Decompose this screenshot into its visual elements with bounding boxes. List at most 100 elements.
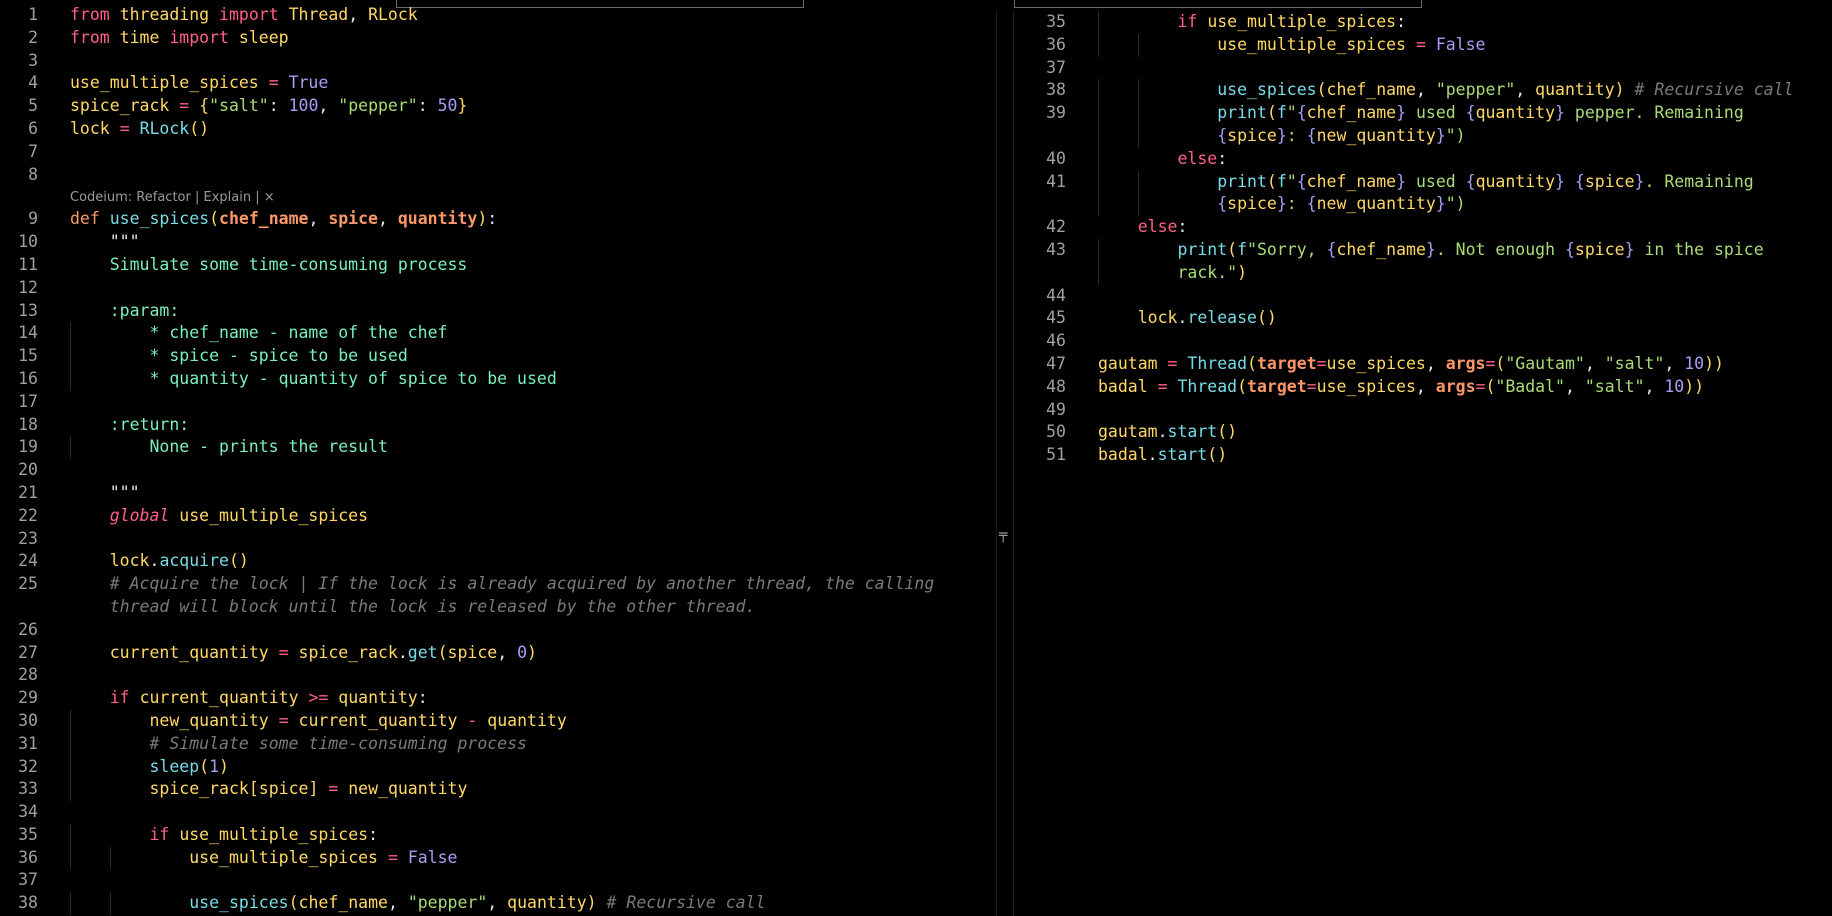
code-line[interactable]: 24 lock.acquire(): [0, 550, 996, 573]
line-number: 36: [1046, 34, 1066, 54]
line-number: 22: [18, 505, 38, 525]
line-number: 30: [18, 710, 38, 730]
code-line[interactable]: 26: [0, 619, 996, 642]
code-line[interactable]: 9 def use_spices(chef_name, spice, quanti…: [0, 208, 996, 231]
code-line[interactable]: 23: [0, 528, 996, 551]
codeium-codelens[interactable]: Codeium: Refactor | Explain | ×: [0, 186, 996, 208]
code-text: if use_multiple_spices:: [149, 824, 379, 844]
code-line[interactable]: 25 # Acquire the lock | If the lock is a…: [0, 573, 996, 596]
code-line[interactable]: 5 spice_rack = {"salt": 100, "pepper": 50…: [0, 95, 996, 118]
code-text: {spice}: {new_quantity}"): [1217, 125, 1466, 145]
code-line[interactable]: 20: [0, 459, 996, 482]
code-line[interactable]: 7: [0, 141, 996, 164]
code-text: print(f"Sorry, {chef_name}. Not enough {…: [1177, 239, 1764, 259]
code-line[interactable]: 44: [1014, 285, 1832, 308]
code-line[interactable]: 31 # Simulate some time-consuming proces…: [0, 732, 996, 756]
code-line[interactable]: 37: [0, 869, 996, 892]
code-line[interactable]: 36 use_multiple_spices = False: [1014, 33, 1832, 57]
code-text: """: [70, 482, 140, 502]
line-number: 25: [18, 574, 38, 594]
code-line[interactable]: 51 badal.start(): [1014, 444, 1832, 467]
code-line[interactable]: 42 else:: [1014, 216, 1832, 239]
code-text: if current_quantity >= quantity:: [109, 688, 428, 708]
code-line[interactable]: 41 print(f"{chef_name} used {quantity} {…: [1014, 170, 1832, 194]
editor-pane-left[interactable]: 1 from threading import Thread, RLock 2 fro…: [0, 0, 996, 916]
code-line[interactable]: 2 from time import sleep: [0, 27, 996, 50]
code-line[interactable]: 48 badal = Thread(target=use_spices, args…: [1014, 376, 1832, 399]
code-area-right[interactable]: 35 if use_multiple_spices: 36 use_multipl…: [1014, 11, 1832, 467]
line-number: 27: [18, 642, 38, 662]
line-number: 3: [28, 50, 38, 70]
code-line[interactable]: 21 """: [0, 482, 996, 505]
code-text: * chef_name - name of the chef: [70, 323, 448, 343]
line-number: 44: [1046, 285, 1066, 305]
codelens-text[interactable]: Codeium: Refactor | Explain | ×: [70, 187, 275, 209]
code-line[interactable]: 17: [0, 391, 996, 414]
line-number: 41: [1046, 171, 1066, 191]
split-divider[interactable]: ╤: [996, 0, 1014, 916]
code-line[interactable]: 27 current_quantity = spice_rack.get(spi…: [0, 642, 996, 665]
code-line[interactable]: 40 else:: [1014, 147, 1832, 171]
code-line[interactable]: thread will block until the lock is rele…: [0, 596, 996, 619]
code-line[interactable]: 38 use_spices(chef_name, "pepper", quant…: [1014, 79, 1832, 103]
line-number: 4: [28, 73, 38, 93]
line-number: 26: [18, 619, 38, 639]
code-text: else:: [1137, 217, 1188, 237]
line-number: 20: [18, 460, 38, 480]
code-line[interactable]: 28: [0, 664, 996, 687]
code-line[interactable]: 43 print(f"Sorry, {chef_name}. Not enoug…: [1014, 238, 1832, 262]
code-line[interactable]: 47 gautam = Thread(target=use_spices, arg…: [1014, 353, 1832, 376]
code-line[interactable]: {spice}: {new_quantity}"): [1014, 124, 1832, 148]
code-line[interactable]: 32 sleep(1): [0, 755, 996, 779]
line-number: 39: [1046, 103, 1066, 123]
code-text: new_quantity = current_quantity - quanti…: [149, 710, 567, 730]
code-line[interactable]: rack."): [1014, 261, 1832, 285]
code-text: thread will block until the lock is rele…: [70, 596, 756, 616]
code-line[interactable]: 36 use_multiple_spices = False: [0, 846, 996, 870]
code-line[interactable]: 19 None - prints the result: [0, 436, 996, 460]
code-line[interactable]: 22 global use_multiple_spices: [0, 505, 996, 528]
code-line[interactable]: 16 * quantity - quantity of spice to be …: [0, 367, 996, 391]
code-text: print(f"{chef_name} used {quantity} pepp…: [1217, 103, 1744, 123]
code-line[interactable]: 37: [1014, 57, 1832, 80]
code-line[interactable]: {spice}: {new_quantity}"): [1014, 193, 1832, 217]
editor-pane-right[interactable]: 35 if use_multiple_spices: 36 use_multipl…: [1014, 0, 1832, 916]
code-line[interactable]: 45 lock.release(): [1014, 307, 1832, 330]
code-line[interactable]: 13 :param:: [0, 300, 996, 323]
code-line[interactable]: 18 :return:: [0, 414, 996, 437]
code-text: use_multiple_spices = False: [189, 847, 458, 867]
code-line[interactable]: 6 lock = RLock(): [0, 118, 996, 141]
code-line[interactable]: 11 Simulate some time-consuming process: [0, 254, 996, 277]
line-number: 43: [1046, 239, 1066, 259]
code-line[interactable]: 38 use_spices(chef_name, "pepper", quant…: [0, 892, 996, 916]
code-line[interactable]: 3: [0, 50, 996, 73]
code-line[interactable]: 4 use_multiple_spices = True: [0, 72, 996, 95]
code-line[interactable]: 46: [1014, 330, 1832, 353]
code-line[interactable]: 35 if use_multiple_spices:: [0, 823, 996, 847]
code-text: * spice - spice to be used: [70, 346, 408, 366]
code-area-left[interactable]: 1 from threading import Thread, RLock 2 fro…: [0, 4, 996, 916]
code-line[interactable]: 29 if current_quantity >= quantity:: [0, 687, 996, 710]
code-text: spice_rack[spice] = new_quantity: [149, 779, 468, 799]
code-line[interactable]: 49: [1014, 399, 1832, 422]
line-number: 36: [18, 847, 38, 867]
code-line[interactable]: 10 """: [0, 231, 996, 254]
code-line[interactable]: 34: [0, 801, 996, 824]
code-line[interactable]: 30 new_quantity = current_quantity - qua…: [0, 709, 996, 733]
line-number: 46: [1046, 331, 1066, 351]
code-line[interactable]: 39 print(f"{chef_name} used {quantity} p…: [1014, 102, 1832, 125]
line-number: 13: [18, 300, 38, 320]
line-number: 17: [18, 391, 38, 411]
code-line[interactable]: 50 gautam.start(): [1014, 421, 1832, 444]
code-text: if use_multiple_spices:: [1177, 12, 1407, 31]
code-line[interactable]: 15 * spice - spice to be used: [0, 345, 996, 368]
code-line[interactable]: 8: [0, 164, 996, 187]
code-text: use_spices(chef_name, "pepper", quantity…: [189, 893, 766, 913]
code-line[interactable]: 1 from threading import Thread, RLock: [0, 4, 996, 27]
sash-handle-icon[interactable]: ╤: [999, 528, 1007, 542]
code-line[interactable]: 33 spice_rack[spice] = new_quantity: [0, 778, 996, 802]
code-line[interactable]: 12: [0, 277, 996, 300]
line-number: 35: [18, 824, 38, 844]
code-line[interactable]: 35 if use_multiple_spices:: [1014, 11, 1832, 34]
code-line[interactable]: 14 * chef_name - name of the chef: [0, 322, 996, 346]
